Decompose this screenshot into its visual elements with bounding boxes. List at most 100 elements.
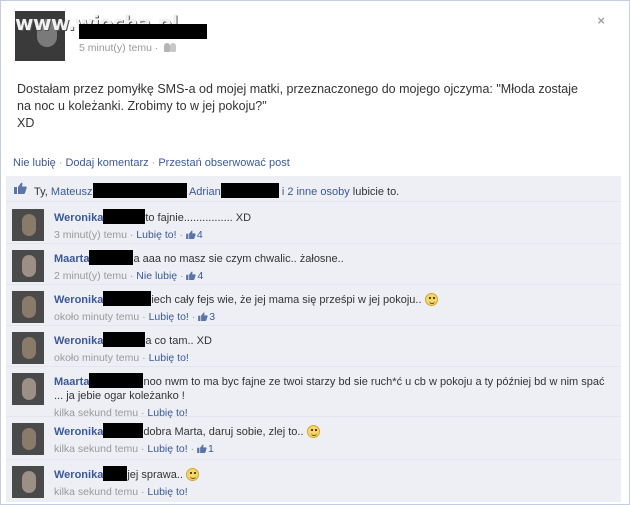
like-count-value: 1 bbox=[208, 443, 214, 455]
close-icon[interactable]: × bbox=[597, 13, 605, 28]
comment-text: a co tam.. XD bbox=[145, 335, 212, 347]
likes-suffix: lubicie to. bbox=[352, 186, 400, 198]
comment-time[interactable]: kilka sekund temu bbox=[54, 486, 138, 498]
commenter-avatar[interactable] bbox=[12, 373, 44, 405]
comment-like-button[interactable]: Lubię to! bbox=[149, 311, 189, 323]
commenter-avatar[interactable] bbox=[12, 466, 44, 498]
unfollow-post-button[interactable]: Przestań obserwować post bbox=[158, 157, 289, 169]
comment-like-count[interactable]: 4 bbox=[186, 229, 203, 241]
comment-meta: 3 minut(y) temu · Lubię to! · 4 bbox=[54, 228, 614, 242]
comment-body: Maarta a aaa no masz sie czym chwalic.. ż… bbox=[54, 250, 614, 283]
comment-meta: około minuty temu · Lubię to! bbox=[54, 351, 614, 365]
comment-like-count[interactable]: 4 bbox=[186, 270, 203, 282]
comment-like-button[interactable]: Lubię to! bbox=[147, 443, 187, 455]
redacted-surname bbox=[89, 250, 134, 265]
meta-separator: · bbox=[140, 486, 145, 498]
comment-body: Weronika to fajnie................ XD 3 m… bbox=[54, 209, 614, 242]
add-comment-button[interactable]: Dodaj komentarz bbox=[65, 157, 148, 169]
comment-like-button[interactable]: Lubię to! bbox=[149, 352, 189, 364]
meta-separator: · bbox=[180, 270, 184, 282]
comment-meta: około minuty temu · Lubię to! · 3 bbox=[54, 310, 614, 324]
post-header: www.wiocha.pl 5 minut(y) temu · bbox=[15, 11, 615, 61]
like-count-value: 3 bbox=[209, 311, 216, 323]
comment-author[interactable]: Maarta bbox=[54, 253, 89, 265]
likes-summary: Ty, Mateusz Adrian i 2 inne osoby lubici… bbox=[6, 176, 621, 202]
commenter-avatar[interactable] bbox=[12, 423, 44, 455]
meta-separator: · bbox=[154, 42, 159, 54]
redacted-surname bbox=[103, 209, 146, 224]
thumbs-up-icon bbox=[197, 444, 207, 453]
commenter-avatar[interactable] bbox=[12, 332, 44, 364]
likes-prefix: Ty, bbox=[34, 186, 48, 198]
comment-time[interactable]: 3 minut(y) temu bbox=[54, 229, 127, 241]
comment-body: Weronika a co tam.. XD około minuty temu … bbox=[54, 332, 614, 365]
commenter-avatar[interactable] bbox=[12, 291, 44, 323]
comment-like-button[interactable]: Lubię to! bbox=[136, 229, 176, 241]
comment-time[interactable]: około minuty temu bbox=[54, 352, 139, 364]
comment-author[interactable]: Weronika bbox=[54, 426, 103, 438]
comment-time[interactable]: 2 minut(y) temu bbox=[54, 270, 127, 282]
meta-separator: · bbox=[190, 443, 195, 455]
thumbs-up-icon bbox=[14, 182, 27, 194]
comment-item: Weronika to fajnie................ XD 3 m… bbox=[6, 203, 621, 244]
comment-item: Weronika iech cały fejs wie, że jej mama … bbox=[6, 285, 621, 326]
comment-author[interactable]: Weronika bbox=[54, 212, 103, 224]
post-timestamp[interactable]: 5 minut(y) temu bbox=[79, 42, 152, 54]
comment-author[interactable]: Weronika bbox=[54, 469, 103, 481]
thumbs-up-icon bbox=[186, 271, 197, 280]
comment-item: Weronika a co tam.. XD około minuty temu … bbox=[6, 326, 621, 367]
comment-author[interactable]: Maarta bbox=[54, 376, 89, 388]
post-meta: 5 minut(y) temu · bbox=[79, 42, 177, 54]
liker-name-2[interactable]: Adrian bbox=[189, 186, 221, 198]
smiley-emoticon-icon bbox=[306, 425, 320, 438]
thumbs-up-icon bbox=[186, 230, 196, 239]
redacted-surname bbox=[89, 373, 144, 388]
unlike-button[interactable]: Nie lubię bbox=[13, 157, 56, 169]
comment-text: jej sprawa.. bbox=[127, 469, 183, 481]
commenter-avatar[interactable] bbox=[12, 209, 44, 241]
post-actions: Nie lubię · Dodaj komentarz · Przestań obser… bbox=[13, 157, 290, 169]
commenter-avatar[interactable] bbox=[12, 250, 44, 282]
actions-separator: · bbox=[151, 157, 156, 169]
liker-name-1[interactable]: Mateusz bbox=[51, 186, 93, 198]
comment-like-button[interactable]: Lubię to! bbox=[147, 486, 187, 498]
comment-body: Maarta noo nwm to ma byc fajne ze twoi st… bbox=[54, 373, 614, 420]
meta-separator: · bbox=[129, 270, 134, 282]
comment-meta: 2 minut(y) temu · Nie lubię · 4 bbox=[54, 269, 614, 283]
comment-meta: kilka sekund temu · Lubię to! bbox=[54, 485, 614, 499]
comment-time[interactable]: około minuty temu bbox=[54, 311, 139, 323]
comment-item: Maarta noo nwm to ma byc fajne ze twoi st… bbox=[6, 367, 621, 420]
comment-text: dobra Marta, daruj sobie, zlej to.. bbox=[143, 426, 304, 438]
meta-separator: · bbox=[142, 352, 146, 364]
post-message: Dostałam przez pomyłkę SMS-a od mojej ma… bbox=[17, 82, 578, 130]
smiley-emoticon-icon bbox=[424, 293, 438, 306]
redacted-surname bbox=[103, 332, 146, 347]
like-count-value: 4 bbox=[197, 270, 204, 282]
redacted-surname bbox=[103, 466, 128, 481]
meta-separator: · bbox=[129, 229, 134, 241]
redacted-surname-1 bbox=[92, 183, 187, 198]
redacted-surname bbox=[103, 291, 152, 306]
meta-separator: · bbox=[140, 443, 145, 455]
comment-text: to fajnie................ XD bbox=[145, 212, 252, 224]
meta-separator: · bbox=[142, 311, 146, 323]
like-count-value: 4 bbox=[196, 229, 203, 241]
comment-author[interactable]: Weronika bbox=[54, 335, 103, 347]
smiley-emoticon-icon bbox=[185, 468, 199, 481]
post-container: www.wiocha.pl 5 minut(y) temu · × Dostał… bbox=[0, 0, 630, 505]
meta-separator: · bbox=[191, 311, 196, 323]
comment-like-count[interactable]: 1 bbox=[197, 443, 214, 455]
comment-unlike-button[interactable]: Nie lubię bbox=[136, 270, 177, 282]
actions-separator: · bbox=[58, 157, 63, 169]
comment-author[interactable]: Weronika bbox=[54, 294, 103, 306]
comment-item: Weronika dobra Marta, daruj sobie, zlej t… bbox=[6, 417, 621, 460]
thumbs-up-icon bbox=[198, 312, 208, 321]
other-likers-link[interactable]: i 2 inne osoby bbox=[282, 186, 350, 198]
friends-audience-icon[interactable] bbox=[164, 43, 177, 52]
comment-body: Weronika dobra Marta, daruj sobie, zlej t… bbox=[54, 423, 614, 456]
comment-item: Weronika jej sprawa.. kilka sekund temu ·… bbox=[6, 460, 621, 502]
comment-like-count[interactable]: 3 bbox=[198, 311, 215, 323]
comment-time[interactable]: kilka sekund temu bbox=[54, 443, 138, 455]
comment-item: Maarta a aaa no masz sie czym chwalic.. ż… bbox=[6, 244, 621, 285]
feedback-section: Ty, Mateusz Adrian i 2 inne osoby lubici… bbox=[6, 176, 621, 502]
